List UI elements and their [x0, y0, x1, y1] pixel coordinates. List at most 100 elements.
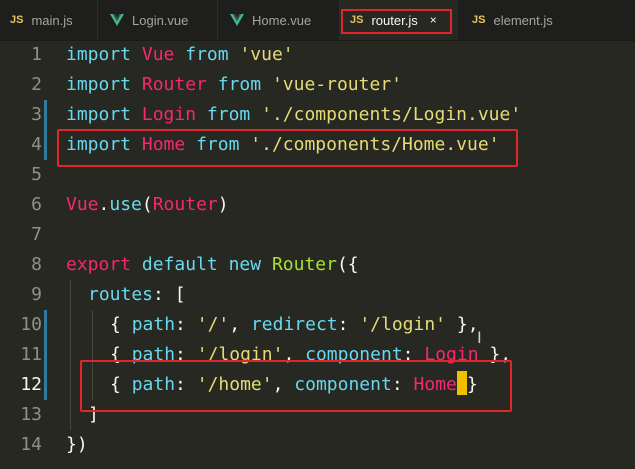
- tab-label: router.js: [371, 12, 418, 28]
- tab-element-js[interactable]: JS element.js: [458, 0, 635, 40]
- token-string: 'vue': [239, 44, 294, 65]
- token-keyword: from: [206, 104, 251, 125]
- token-punctuation: }: [466, 374, 478, 395]
- token-identifier: Login: [141, 104, 197, 125]
- token-punctuation: {: [110, 344, 132, 365]
- token-string: './components/Login.vue': [261, 104, 522, 125]
- line-number: 10: [20, 314, 42, 335]
- token-punctuation: :: [175, 314, 197, 335]
- token-punctuation: : [: [153, 284, 186, 305]
- token-punctuation: :: [175, 374, 197, 395]
- token-punctuation: {: [110, 374, 132, 395]
- token-string: '/login': [196, 344, 284, 365]
- code-editor[interactable]: 1 2 3 4 5 6 7 8 9 10 11 12 13 14 import …: [0, 40, 635, 469]
- token-property: path: [131, 374, 176, 395]
- code-line-6: Vue.use(Router): [66, 190, 229, 220]
- token-keyword: import: [66, 134, 132, 155]
- code-line-12: { path: '/home', component: Home}: [110, 370, 478, 400]
- git-change-marker: [44, 340, 47, 370]
- code-line-8: export default new Router({: [66, 250, 359, 280]
- token-identifier: Home: [141, 134, 186, 155]
- token-keyword: from: [217, 74, 262, 95]
- git-change-marker: [44, 100, 47, 130]
- line-number: 8: [31, 254, 42, 275]
- token-identifier: Login: [424, 344, 479, 365]
- token-punctuation: },: [446, 314, 479, 335]
- tab-label: Login.vue: [132, 12, 189, 28]
- token-keyword: import: [66, 44, 132, 65]
- token-keyword: new: [228, 254, 262, 275]
- token-identifier: Router: [141, 74, 207, 95]
- close-icon[interactable]: ×: [430, 13, 437, 27]
- line-number: 2: [31, 74, 42, 95]
- line-number-current: 12: [20, 374, 42, 395]
- ibeam-cursor-icon: I: [477, 328, 482, 347]
- token-string: '/home': [196, 374, 273, 395]
- line-number: 1: [31, 44, 42, 65]
- tab-home-vue[interactable]: Home.vue: [218, 0, 340, 40]
- vue-logo-icon: [230, 14, 244, 26]
- token-string: '/': [196, 314, 230, 335]
- indent-guide: [92, 310, 93, 400]
- token-identifier: Vue: [141, 44, 175, 65]
- token-keyword: import: [66, 104, 132, 125]
- git-change-marker: [44, 310, 47, 340]
- token-identifier: Vue: [66, 194, 99, 215]
- code-line-3: import Login from './components/Login.vu…: [66, 100, 521, 130]
- token-keyword: from: [185, 44, 229, 65]
- token-punctuation: ,: [229, 314, 251, 335]
- js-file-icon: JS: [350, 14, 364, 26]
- token-punctuation: ({: [336, 254, 359, 275]
- indent-guide: [70, 280, 71, 430]
- token-punctuation: :: [175, 344, 197, 365]
- token-keyword: from: [196, 134, 240, 155]
- line-number-gutter: 1 2 3 4 5 6 7 8 9 10 11 12 13 14: [0, 40, 50, 469]
- js-file-icon: JS: [472, 14, 486, 26]
- tab-main-js[interactable]: JS main.js: [0, 0, 98, 40]
- git-change-marker: [44, 370, 47, 400]
- tab-label: element.js: [493, 12, 553, 28]
- token-punctuation: (: [141, 194, 153, 215]
- line-number: 9: [31, 284, 42, 305]
- token-punctuation: .: [98, 194, 110, 215]
- line-number: 5: [31, 164, 42, 185]
- js-file-icon: JS: [10, 14, 24, 26]
- tab-login-vue[interactable]: Login.vue: [98, 0, 218, 40]
- code-line-4: import Home from './components/Home.vue': [66, 130, 500, 160]
- token-identifier: Home: [413, 374, 457, 395]
- token-keyword: default: [141, 254, 218, 275]
- line-number: 13: [20, 404, 42, 425]
- token-method: use: [109, 194, 142, 215]
- line-number: 7: [31, 224, 42, 245]
- token-string: './components/Home.vue': [250, 134, 500, 155]
- line-number: 11: [20, 344, 42, 365]
- token-punctuation: ]: [88, 404, 99, 425]
- token-property: path: [131, 314, 176, 335]
- token-punctuation: {: [110, 314, 132, 335]
- tab-label: main.js: [31, 12, 73, 28]
- token-property: component: [305, 344, 403, 365]
- token-punctuation: :: [402, 344, 425, 365]
- git-change-marker: [44, 130, 47, 160]
- token-identifier: Router: [152, 194, 218, 215]
- token-string: 'vue-router': [271, 74, 402, 95]
- tab-bar: JS main.js Login.vue Home.vue JS router.…: [0, 0, 635, 41]
- code-line-13: ]: [88, 400, 99, 430]
- tab-router-js[interactable]: JS router.js ×: [340, 0, 458, 40]
- token-punctuation: :: [337, 314, 360, 335]
- code-line-1: import Vue from 'vue': [66, 40, 294, 70]
- code-line-2: import Router from 'vue-router': [66, 70, 402, 100]
- token-class: Router: [271, 254, 337, 275]
- token-punctuation: ,: [272, 374, 295, 395]
- line-number: 6: [31, 194, 42, 215]
- vue-logo-icon: [110, 14, 124, 26]
- token-property: component: [294, 374, 392, 395]
- line-number: 4: [31, 134, 42, 155]
- token-keyword: export: [66, 254, 132, 275]
- tab-label: Home.vue: [252, 12, 312, 28]
- code-line-9: routes: [: [88, 280, 186, 310]
- token-punctuation: :: [391, 374, 414, 395]
- code-line-14: }): [66, 430, 88, 460]
- line-number: 3: [31, 104, 42, 125]
- code-line-10: { path: '/', redirect: '/login' },: [110, 310, 479, 340]
